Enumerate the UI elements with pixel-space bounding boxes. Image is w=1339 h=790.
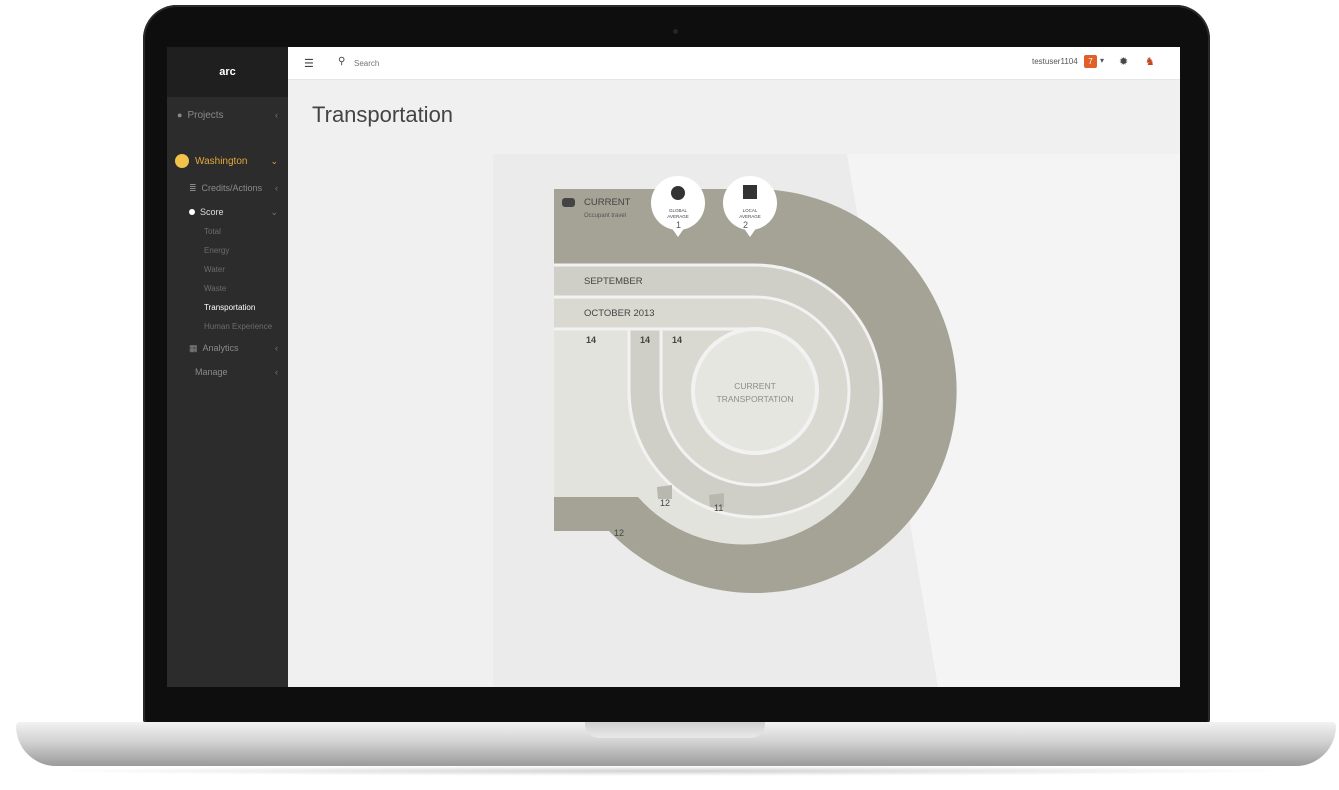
value-label: 12 — [660, 498, 670, 508]
center-circle — [691, 327, 819, 455]
chevron-left-icon: ‹ — [275, 343, 278, 353]
center-label: CURRENT — [734, 381, 776, 391]
marker-tab — [657, 485, 672, 499]
globe-icon — [671, 186, 685, 200]
value-label: 14 — [672, 335, 682, 345]
app-screen: arc ● Projects ‹ Washington ⌄ ≣ Credits/… — [167, 47, 1180, 687]
building-icon — [743, 185, 757, 199]
laptop-base — [16, 722, 1336, 766]
search-icon: ⚲ — [338, 56, 346, 67]
sidebar-subitem-energy[interactable]: Energy — [204, 246, 229, 255]
marker-label: GLOBAL — [669, 208, 688, 213]
marker-label: AVERAGE — [667, 214, 688, 219]
top-bar: ☰ ⚲ testuser1104 7 ▾ ✹ ♞ — [288, 47, 1180, 80]
page-title: Transportation — [312, 102, 454, 127]
sidebar-item-score[interactable]: Score ⌄ — [167, 203, 288, 221]
sidebar: arc ● Projects ‹ Washington ⌄ ≣ Credits/… — [167, 47, 288, 687]
score-dot-icon — [189, 209, 195, 215]
series-label-current: CURRENT — [584, 197, 631, 208]
laptop-bezel: arc ● Projects ‹ Washington ⌄ ≣ Credits/… — [143, 5, 1210, 725]
sidebar-item-label: Projects — [187, 109, 224, 121]
chevron-down-icon: ⌄ — [270, 206, 278, 217]
sidebar-item-projects[interactable]: ● Projects ‹ — [167, 105, 288, 125]
sidebar-subitem-human-experience[interactable]: Human Experience — [204, 322, 272, 331]
chevron-left-icon: ‹ — [275, 110, 278, 120]
project-avatar — [175, 154, 189, 168]
transportation-chart: GLOBAL AVERAGE LOCAL AVERAGE CURRENT Occ… — [493, 154, 1180, 687]
gear-icon[interactable]: ✹ — [1119, 55, 1128, 68]
laptop-shadow — [40, 766, 1300, 776]
chevron-left-icon: ‹ — [275, 183, 278, 193]
value-label: 12 — [614, 528, 624, 538]
sidebar-item-label: Washington — [195, 155, 248, 167]
notification-badge[interactable]: 7 — [1084, 55, 1097, 68]
marker-label: LOCAL — [743, 208, 758, 213]
brand-logo: arc — [167, 47, 288, 97]
marker-bubble — [723, 176, 777, 230]
sidebar-item-project[interactable]: Washington ⌄ — [167, 150, 288, 172]
sidebar-item-manage[interactable]: Manage ‹ — [167, 363, 288, 381]
camera-icon — [673, 29, 678, 34]
sidebar-subitem-transportation[interactable]: Transportation — [204, 303, 255, 312]
horse-icon[interactable]: ♞ — [1145, 55, 1155, 68]
globe-icon: ● — [177, 110, 183, 120]
marker-label: AVERAGE — [739, 214, 760, 219]
chevron-left-icon: ‹ — [275, 367, 278, 377]
chevron-down-icon: ⌄ — [270, 155, 278, 166]
sidebar-subitem-waste[interactable]: Waste — [204, 284, 226, 293]
sidebar-item-credits[interactable]: ≣ Credits/Actions ‹ — [167, 179, 288, 197]
series-label-october: OCTOBER 2013 — [584, 308, 655, 319]
series-label-september: SEPTEMBER — [584, 276, 643, 287]
tick-label: 1 — [676, 220, 681, 230]
sidebar-subitem-water[interactable]: Water — [204, 265, 225, 274]
car-icon — [562, 198, 575, 207]
sidebar-subitem-total[interactable]: Total — [204, 227, 221, 236]
value-label: 14 — [640, 335, 650, 345]
hamburger-menu-icon[interactable]: ☰ — [304, 57, 314, 70]
center-label: TRANSPORTATION — [717, 394, 794, 404]
chart-icon: ▦ — [189, 342, 198, 353]
list-icon: ≣ — [189, 182, 197, 193]
username[interactable]: testuser1104 — [1032, 57, 1078, 66]
tick-label: 2 — [743, 220, 748, 230]
value-label: 11 — [714, 503, 723, 513]
value-label: 14 — [586, 335, 596, 345]
sidebar-item-label: Manage — [195, 367, 228, 377]
sidebar-item-label: Score — [200, 207, 224, 217]
sidebar-item-analytics[interactable]: ▦ Analytics ‹ — [167, 339, 288, 357]
search-input[interactable] — [352, 55, 496, 71]
sidebar-item-label: Credits/Actions — [201, 183, 263, 193]
sidebar-item-label: Analytics — [202, 343, 239, 353]
caret-down-icon[interactable]: ▾ — [1100, 56, 1104, 65]
laptop-notch — [585, 722, 765, 738]
series-subtitle: Occupant travel — [584, 213, 626, 219]
